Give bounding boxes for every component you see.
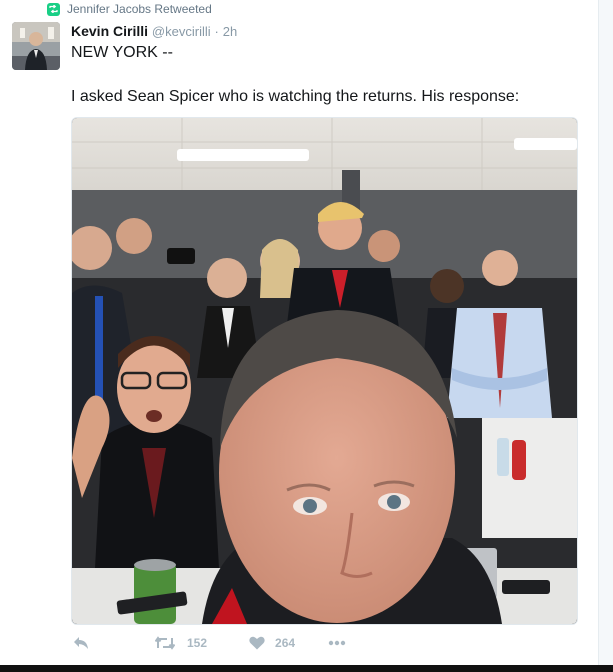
tweet-header: Kevin Cirilli @kevcirilli · 2h	[71, 22, 237, 41]
tweet-actions: 152 264	[71, 632, 346, 654]
reply-button[interactable]	[73, 636, 89, 650]
tweet-timestamp[interactable]: 2h	[223, 24, 237, 39]
tweet-text: NEW YORK -- I asked Sean Spicer who is w…	[71, 42, 591, 108]
retweeted-by-label[interactable]: Jennifer Jacobs Retweeted	[67, 2, 212, 16]
retweet-count: 152	[187, 636, 208, 650]
retweet-icon	[155, 636, 175, 650]
tweet-text-line: NEW YORK --	[71, 44, 173, 61]
more-icon	[328, 640, 346, 646]
more-button[interactable]	[328, 640, 346, 646]
reply-icon	[73, 636, 89, 650]
retweet-icon	[47, 2, 60, 16]
author-handle[interactable]: @kevcirilli	[152, 24, 211, 39]
author-name[interactable]: Kevin Cirilli	[71, 23, 148, 39]
retweet-button[interactable]: 152	[155, 636, 207, 650]
bottom-edge-bar	[0, 665, 613, 672]
author-avatar[interactable]	[12, 22, 60, 70]
heart-icon	[249, 636, 265, 650]
meta-separator: ·	[214, 24, 219, 39]
scrollbar-track[interactable]	[598, 0, 613, 672]
like-count: 264	[275, 636, 296, 650]
tweet-card[interactable]: Jennifer Jacobs Retweeted Kevin Cirilli …	[0, 0, 599, 665]
like-button[interactable]: 264	[249, 636, 295, 650]
tweet-text-line: I asked Sean Spicer who is watching the …	[71, 88, 520, 105]
tweet-photo[interactable]	[71, 117, 578, 625]
retweet-context: Jennifer Jacobs Retweeted	[47, 2, 212, 16]
